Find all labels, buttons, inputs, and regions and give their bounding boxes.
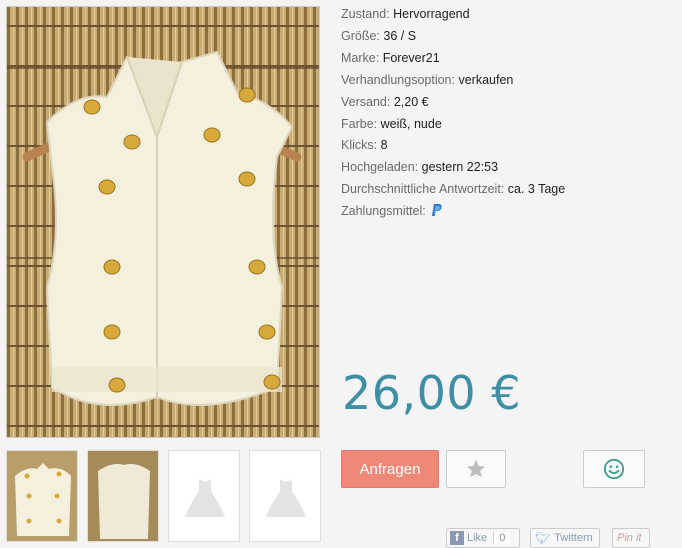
dress-placeholder-icon: [266, 479, 306, 517]
detail-label: Zustand:: [341, 7, 390, 21]
star-icon: [466, 459, 486, 478]
detail-value: verkaufen: [458, 72, 514, 87]
detail-value: gestern 22:53: [421, 160, 499, 175]
detail-row-zahlungsmittel: Zahlungsmittel:: [341, 201, 565, 223]
detail-row-hochgeladen: Hochgeladen: gestern 22:53: [341, 157, 565, 179]
thumbnail-1[interactable]: [6, 450, 78, 542]
thumbnail-2-image: [88, 451, 158, 541]
thumbnail-2[interactable]: [87, 450, 159, 542]
price-label: 26,00 €: [342, 366, 522, 420]
detail-value: 2,20 €: [393, 94, 429, 109]
thumbnail-3-placeholder[interactable]: [168, 450, 240, 542]
detail-row-klicks: Klicks: 8: [341, 135, 565, 157]
ask-button[interactable]: Anfragen: [341, 450, 439, 488]
detail-label: Klicks:: [341, 138, 378, 153]
detail-row-zustand: Zustand: Hervorragend: [341, 4, 565, 26]
thumbnail-4-placeholder[interactable]: [249, 450, 321, 542]
product-details: Zustand: Hervorragend Größe: 36 / S Mark…: [341, 4, 565, 223]
detail-value: Forever21: [382, 50, 440, 65]
favorite-button[interactable]: [446, 450, 506, 488]
detail-label: Verhandlungsoption:: [341, 72, 455, 87]
smiley-icon: [603, 458, 625, 480]
detail-label: Farbe:: [341, 116, 378, 131]
main-product-photo[interactable]: [6, 6, 320, 438]
detail-row-versand: Versand: 2,20 €: [341, 92, 565, 114]
dress-placeholder-icon: [185, 479, 225, 517]
twitter-icon: 🐦︎: [535, 531, 551, 545]
detail-row-groesse: Größe: 36 / S: [341, 26, 565, 48]
pinterest-label: Pin it: [617, 532, 642, 544]
paypal-icon: [432, 204, 442, 217]
facebook-like-button[interactable]: f Like 0: [446, 528, 520, 548]
detail-label: Durchschnittliche Antwortzeit:: [341, 182, 505, 197]
detail-row-antwortzeit: Durchschnittliche Antwortzeit: ca. 3 Tag…: [341, 179, 565, 201]
detail-value: 8: [380, 138, 388, 153]
detail-row-farbe: Farbe: weiß, nude: [341, 114, 565, 136]
thumbnail-1-image: [7, 451, 77, 541]
detail-label: Hochgeladen:: [341, 160, 419, 175]
facebook-icon: f: [450, 531, 464, 545]
twitter-label: Twittern: [554, 532, 593, 544]
facebook-like-label: Like: [467, 532, 488, 544]
detail-label: Versand:: [341, 94, 391, 109]
detail-value: ca. 3 Tage: [507, 182, 566, 197]
detail-row-verhandlungsoption: Verhandlungsoption: verkaufen: [341, 70, 565, 92]
smiley-button[interactable]: [583, 450, 645, 488]
detail-label: Zahlungsmittel:: [341, 204, 426, 219]
facebook-like-count: 0: [493, 532, 511, 544]
pinterest-button[interactable]: Pin it: [612, 528, 650, 548]
detail-value: Hervorragend: [393, 7, 470, 21]
detail-value: weiß, nude: [380, 116, 442, 131]
detail-row-marke: Marke: Forever21: [341, 48, 565, 70]
detail-label: Größe:: [341, 28, 380, 43]
twitter-share-button[interactable]: 🐦︎ Twittern: [530, 528, 600, 548]
vest-photo-image: [7, 7, 319, 437]
detail-label: Marke:: [341, 50, 380, 65]
detail-value: 36 / S: [383, 28, 417, 43]
